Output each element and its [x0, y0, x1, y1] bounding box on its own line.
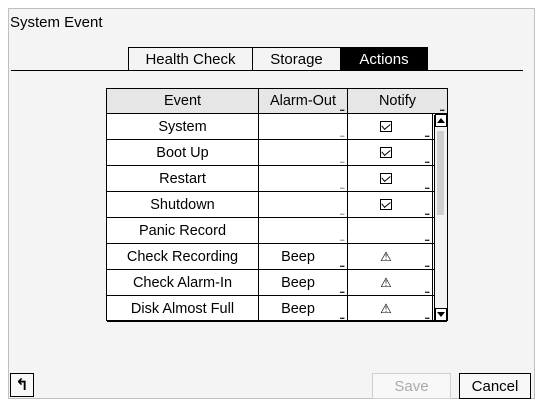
- notify-cell[interactable]: ⚠...: [348, 270, 433, 295]
- alarm-out-cell[interactable]: ...: [259, 166, 348, 191]
- back-arrow-icon: ↰: [15, 377, 29, 394]
- alarm-out-more-icon[interactable]: ...: [339, 260, 344, 269]
- checkbox-checked-icon[interactable]: [380, 121, 392, 132]
- notify-more-icon[interactable]: ...: [424, 312, 429, 321]
- alarm-out-more-icon[interactable]: ...: [339, 234, 344, 243]
- alarm-out-value: Beep: [281, 274, 315, 291]
- notify-cell[interactable]: ...: [348, 218, 433, 243]
- alarm-out-cell[interactable]: ...: [259, 192, 348, 217]
- alarm-out-value: Beep: [281, 300, 315, 317]
- alarm-out-value: Beep: [281, 248, 315, 265]
- alarm-out-cell[interactable]: ...: [259, 218, 348, 243]
- warning-icon: ⚠: [380, 301, 392, 316]
- header-alarm-out: Alarm-Out...: [259, 89, 348, 113]
- event-name-cell: Check Recording: [107, 244, 259, 269]
- alarm-out-header-more-icon[interactable]: ...: [339, 104, 344, 113]
- tab-storage[interactable]: Storage: [252, 47, 341, 71]
- event-name-cell: Shutdown: [107, 192, 259, 217]
- notify-more-icon[interactable]: ...: [424, 260, 429, 269]
- notify-more-icon[interactable]: ...: [424, 234, 429, 243]
- event-name-cell: Check Alarm-In: [107, 270, 259, 295]
- scrollbar-thumb[interactable]: [437, 131, 444, 215]
- tab-health-check[interactable]: Health Check: [128, 47, 253, 71]
- notify-cell[interactable]: ...: [348, 166, 433, 191]
- table-row: Panic Record......: [107, 218, 447, 244]
- alarm-out-cell[interactable]: ...: [259, 140, 348, 165]
- alarm-out-cell[interactable]: Beep...: [259, 270, 348, 295]
- back-button[interactable]: ↰: [10, 373, 34, 397]
- event-actions-table: Event Alarm-Out... Notify... System.....…: [106, 88, 448, 322]
- notify-cell[interactable]: ...: [348, 114, 433, 139]
- notify-cell[interactable]: ...: [348, 140, 433, 165]
- tab-divider: [11, 70, 523, 71]
- event-name-cell: System: [107, 114, 259, 139]
- notify-header-more-icon[interactable]: ...: [439, 104, 444, 113]
- scroll-down-arrow-icon[interactable]: [435, 308, 447, 321]
- alarm-out-more-icon[interactable]: ...: [339, 312, 344, 321]
- dialog-title: System Event: [10, 14, 103, 31]
- table-scrollbar[interactable]: [434, 114, 447, 321]
- warning-icon: ⚠: [380, 275, 392, 290]
- warning-icon: ⚠: [380, 249, 392, 264]
- notify-more-icon[interactable]: ...: [424, 130, 429, 139]
- notify-cell[interactable]: ⚠...: [348, 244, 433, 269]
- scroll-up-arrow-icon[interactable]: [435, 114, 447, 127]
- event-name-cell: Boot Up: [107, 140, 259, 165]
- alarm-out-cell[interactable]: Beep...: [259, 296, 348, 321]
- event-name-cell: Panic Record: [107, 218, 259, 243]
- checkbox-checked-icon[interactable]: [380, 173, 392, 184]
- notify-cell[interactable]: ⚠...: [348, 296, 433, 321]
- table-row: Boot Up......: [107, 140, 447, 166]
- alarm-out-cell[interactable]: Beep...: [259, 244, 348, 269]
- alarm-out-more-icon[interactable]: ...: [339, 182, 344, 191]
- alarm-out-more-icon[interactable]: ...: [339, 130, 344, 139]
- cancel-button[interactable]: Cancel: [459, 373, 531, 399]
- table-row: Disk Almost Full Beep... ⚠...: [107, 296, 447, 322]
- event-name-cell: Disk Almost Full: [107, 296, 259, 321]
- tab-actions[interactable]: Actions: [340, 47, 428, 71]
- notify-more-icon[interactable]: ...: [424, 208, 429, 217]
- header-notify: Notify...: [378, 93, 445, 113]
- table-header-row: Event Alarm-Out... Notify...: [107, 89, 447, 114]
- table-row: Check Alarm-In Beep... ⚠...: [107, 270, 447, 296]
- checkbox-checked-icon[interactable]: [380, 199, 392, 210]
- alarm-out-cell[interactable]: ...: [259, 114, 348, 139]
- header-event: Event: [107, 89, 259, 113]
- alarm-out-more-icon[interactable]: ...: [339, 286, 344, 295]
- checkbox-checked-icon[interactable]: [380, 147, 392, 158]
- table-row: Check Recording Beep... ⚠...: [107, 244, 447, 270]
- table-row: Restart......: [107, 166, 447, 192]
- notify-more-icon[interactable]: ...: [424, 156, 429, 165]
- notify-more-icon[interactable]: ...: [424, 286, 429, 295]
- tab-bar: Health Check Storage Actions: [128, 47, 428, 71]
- save-button[interactable]: Save: [372, 373, 451, 399]
- table-row: System......: [107, 114, 447, 140]
- event-name-cell: Restart: [107, 166, 259, 191]
- notify-more-icon[interactable]: ...: [424, 182, 429, 191]
- table-row: Shutdown......: [107, 192, 447, 218]
- notify-cell[interactable]: ...: [348, 192, 433, 217]
- alarm-out-more-icon[interactable]: ...: [339, 156, 344, 165]
- alarm-out-more-icon[interactable]: ...: [339, 208, 344, 217]
